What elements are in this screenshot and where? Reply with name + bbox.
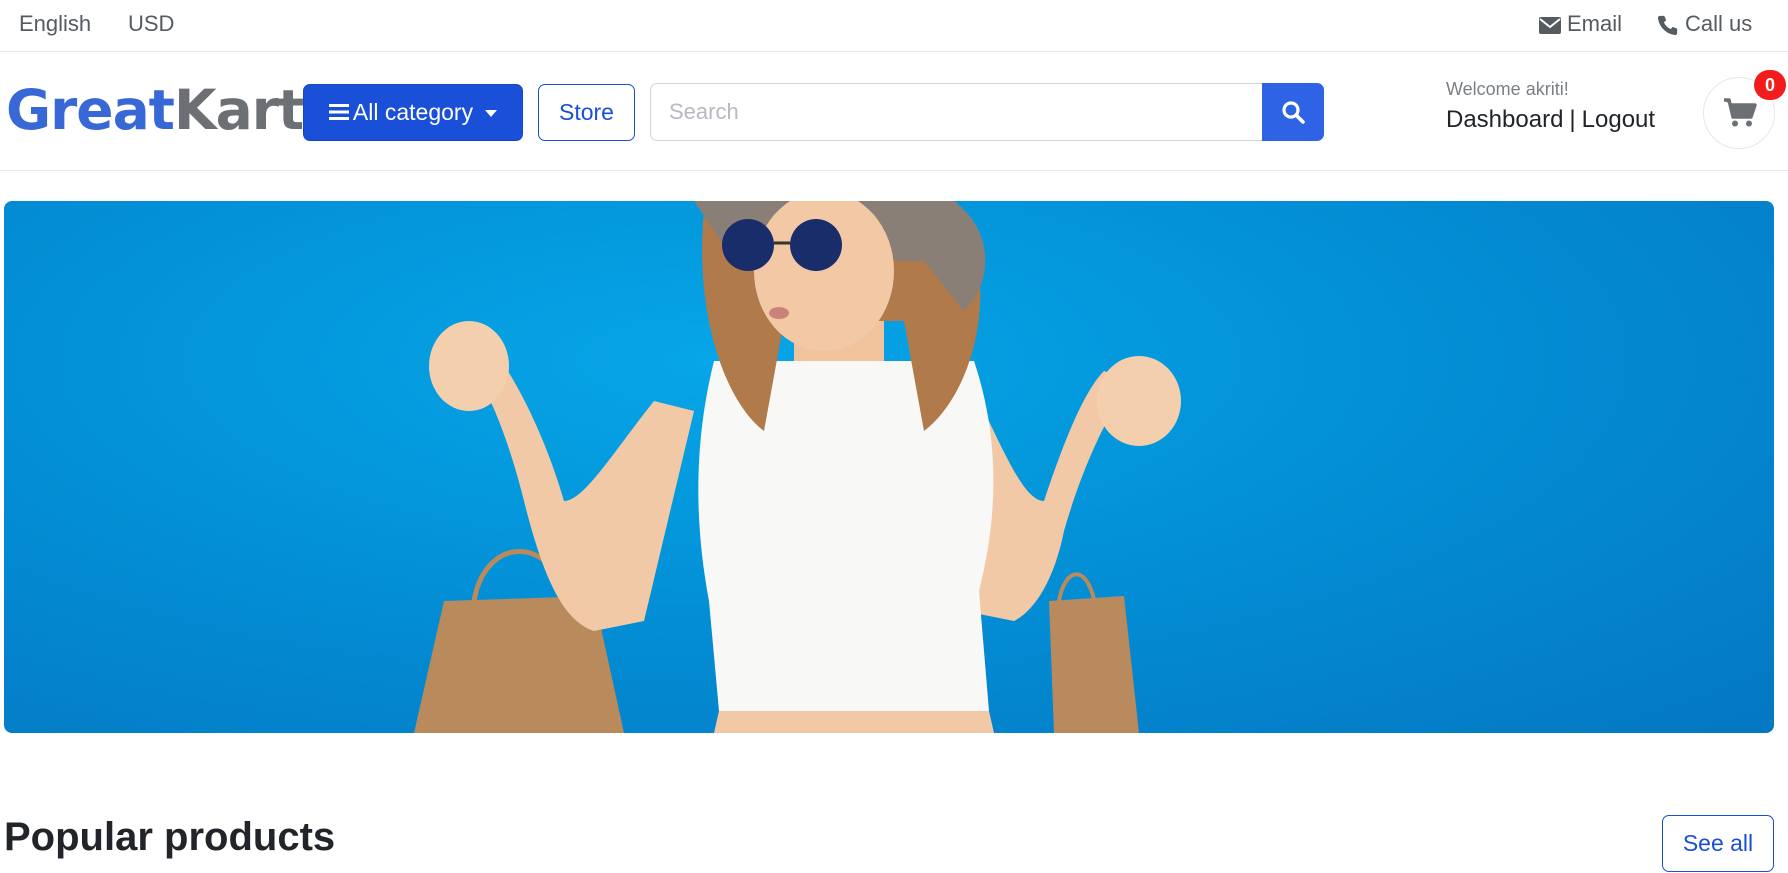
see-all-button[interactable]: See all xyxy=(1662,815,1774,872)
main-header: GreatKart All category Store Welcome akr… xyxy=(0,52,1788,171)
brand-logo[interactable]: GreatKart xyxy=(6,78,304,142)
section-title: Popular products xyxy=(4,815,336,859)
hero-banner[interactable] xyxy=(4,201,1774,733)
cart-count-badge: 0 xyxy=(1754,70,1786,100)
link-separator: | xyxy=(1569,106,1576,133)
language-selector[interactable]: English xyxy=(19,0,91,48)
call-label: Call us xyxy=(1685,11,1753,36)
bars-icon xyxy=(328,103,349,120)
search-input[interactable] xyxy=(650,83,1262,141)
phone-icon xyxy=(1657,16,1678,36)
all-category-dropdown-button[interactable]: All category xyxy=(303,84,523,141)
welcome-text: Welcome akriti! xyxy=(1446,79,1569,99)
account-links: Dashboard | Logout xyxy=(1446,106,1655,134)
banner-image xyxy=(414,201,1181,733)
category-label: All category xyxy=(352,99,474,125)
logout-link[interactable]: Logout xyxy=(1582,106,1655,133)
dashboard-link[interactable]: Dashboard xyxy=(1446,106,1563,133)
email-link[interactable]: Email xyxy=(1539,0,1622,48)
cart-icon xyxy=(1724,98,1757,127)
envelope-icon xyxy=(1539,16,1561,34)
logo-part-great: Great xyxy=(6,78,175,142)
email-label: Email xyxy=(1567,11,1623,36)
currency-selector[interactable]: USD xyxy=(128,0,174,48)
caret-down-icon xyxy=(485,110,498,118)
search-button[interactable] xyxy=(1262,83,1324,141)
call-link[interactable]: Call us xyxy=(1657,0,1752,48)
search-icon xyxy=(1282,101,1305,124)
top-bar: English USD Email Call us xyxy=(0,0,1788,52)
store-button[interactable]: Store xyxy=(538,84,635,141)
logo-part-kart: Kart xyxy=(173,78,304,142)
